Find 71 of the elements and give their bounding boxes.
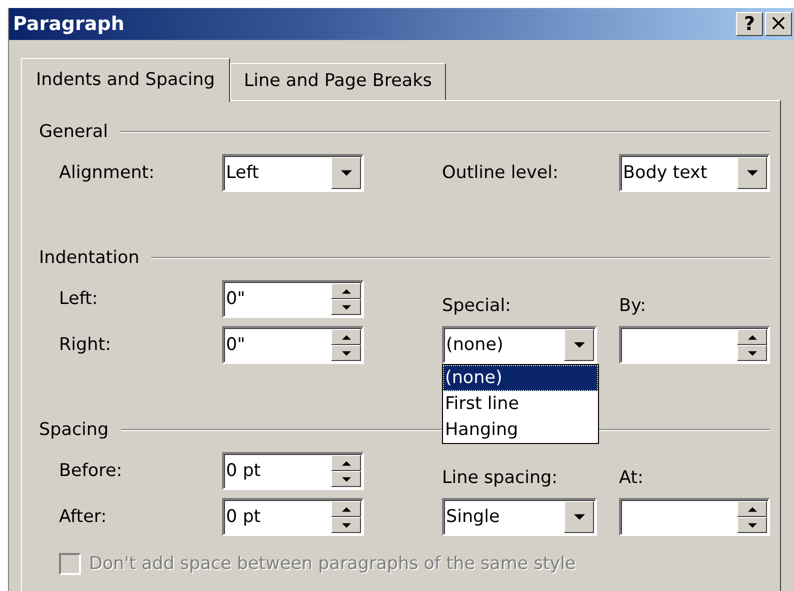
window-title: Paragraph: [13, 12, 126, 37]
dropdown-button[interactable]: [564, 501, 594, 533]
field-label: Before:: [59, 460, 124, 483]
spin-down-button[interactable]: [331, 345, 361, 361]
field-value: 0": [226, 288, 246, 311]
down-arrow-icon: [342, 350, 350, 356]
dropdown[interactable]: Body text: [619, 154, 770, 192]
spin-down-button[interactable]: [331, 299, 361, 315]
down-arrow-icon: [342, 304, 350, 310]
spin-field[interactable]: 0 pt: [222, 498, 364, 536]
spin-field[interactable]: [619, 498, 770, 536]
tab[interactable]: Indents and Spacing: [21, 58, 230, 102]
spin-field[interactable]: 0": [222, 326, 364, 364]
spin-field[interactable]: 0": [222, 280, 364, 318]
spin-up-button[interactable]: [737, 501, 767, 517]
field-label: Line spacing:: [442, 466, 559, 490]
dropdown-option[interactable]: (none): [443, 365, 598, 391]
spin-up-button[interactable]: [331, 329, 361, 345]
spin-up-button[interactable]: [331, 283, 361, 299]
dropdown-option[interactable]: Hanging: [443, 417, 598, 443]
caret-icon: [340, 170, 352, 176]
field-label: Special:: [442, 294, 512, 318]
up-arrow-icon: [748, 506, 756, 512]
checkbox-label: Don't add space between paragraphs of the same style: [89, 553, 576, 576]
down-arrow-icon: [342, 522, 350, 528]
spin-down-button[interactable]: [737, 345, 767, 361]
spin-field[interactable]: 0 pt: [222, 452, 364, 490]
field-label: At:: [619, 466, 644, 490]
field-value: Body text: [623, 162, 708, 185]
field-value: 0": [226, 334, 246, 357]
dropdown-button[interactable]: [737, 157, 767, 189]
up-arrow-icon: [342, 460, 350, 466]
close-button[interactable]: ×: [765, 12, 792, 36]
group-heading: General: [39, 120, 108, 144]
field-label: Right:: [59, 334, 112, 357]
help-button[interactable]: ?: [736, 12, 763, 36]
down-arrow-icon: [748, 522, 756, 528]
field-label: Outline level:: [442, 162, 560, 185]
spin-down-button[interactable]: [331, 517, 361, 533]
spin-up-button[interactable]: [331, 501, 361, 517]
field-label: Alignment:: [59, 162, 156, 185]
down-arrow-icon: [748, 350, 756, 356]
dropdown-button[interactable]: [331, 157, 361, 189]
up-arrow-icon: [342, 288, 350, 294]
field-value: Left: [226, 162, 260, 185]
field-value: (none): [446, 334, 504, 357]
caret-icon: [746, 170, 758, 176]
field-label: Left:: [59, 288, 99, 311]
field-value: 0 pt: [226, 506, 262, 529]
caret-icon: [574, 514, 584, 520]
caret-icon: [574, 342, 584, 348]
spin-down-button[interactable]: [737, 517, 767, 533]
up-arrow-icon: [342, 506, 350, 512]
up-arrow-icon: [342, 334, 350, 340]
tab[interactable]: Line and Page Breaks: [230, 62, 446, 100]
field-label: After:: [59, 506, 108, 529]
field-value: 0 pt: [226, 460, 262, 483]
spin-field[interactable]: [619, 326, 770, 364]
spin-down-button[interactable]: [331, 471, 361, 487]
field-value: Single: [446, 506, 501, 529]
dropdown-button[interactable]: [564, 329, 594, 361]
up-arrow-icon: [748, 334, 756, 340]
group-heading: Indentation: [39, 246, 140, 270]
spin-up-button[interactable]: [331, 455, 361, 471]
spin-up-button[interactable]: [737, 329, 767, 345]
down-arrow-icon: [342, 476, 350, 482]
field-label: By:: [619, 294, 647, 318]
dropdown-option[interactable]: First line: [443, 391, 598, 417]
dropdown[interactable]: Left: [222, 154, 364, 192]
dropdown[interactable]: Single: [442, 498, 597, 536]
group-heading: Spacing: [39, 418, 109, 442]
